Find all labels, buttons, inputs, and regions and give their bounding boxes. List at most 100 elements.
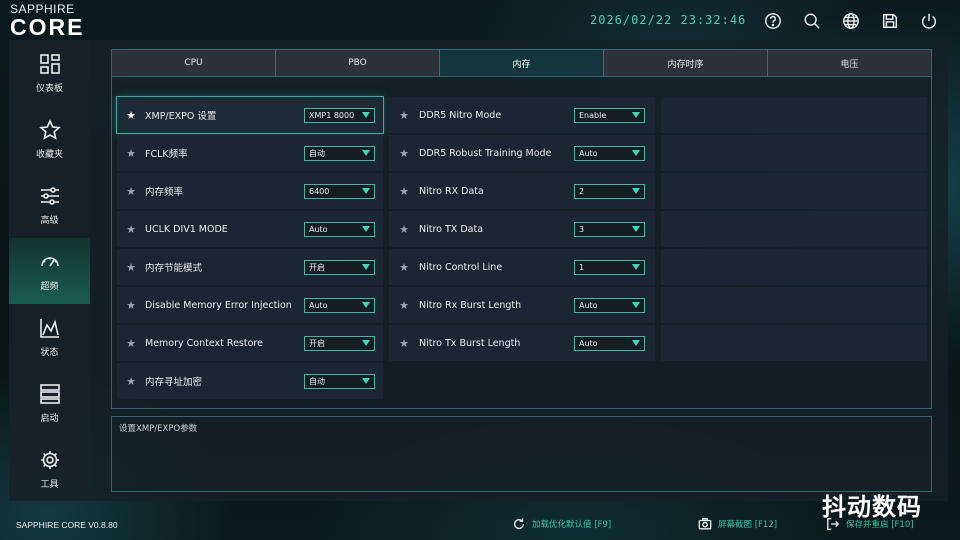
memory-frequency-select[interactable]: 6400 bbox=[304, 183, 375, 199]
setting-row-memory-frequency[interactable]: ★ 内存频率 6400 bbox=[117, 173, 383, 209]
logo: SAPPHIRE CORE bbox=[10, 2, 120, 40]
favorite-star-icon[interactable]: ★ bbox=[117, 375, 145, 388]
nitro-tx-burst-select[interactable]: Auto bbox=[574, 335, 645, 351]
caret-down-icon bbox=[632, 340, 640, 346]
caret-down-icon bbox=[362, 264, 370, 270]
setting-row-nitro-rx-burst[interactable]: ★ Nitro Rx Burst Length Auto bbox=[389, 287, 655, 323]
favorite-star-icon[interactable]: ★ bbox=[389, 337, 419, 350]
favorite-star-icon[interactable]: ★ bbox=[389, 109, 419, 122]
select-value: Auto bbox=[309, 224, 328, 234]
setting-row-nitro-control-line[interactable]: ★ Nitro Control Line 1 bbox=[389, 249, 655, 285]
globe-icon[interactable] bbox=[840, 10, 861, 31]
setting-row-ddr5-nitro-mode[interactable]: ★ DDR5 Nitro Mode Enable bbox=[389, 97, 655, 133]
context-restore-select[interactable]: 开启 bbox=[304, 335, 375, 351]
favorite-star-icon[interactable]: ★ bbox=[389, 299, 419, 312]
favorite-star-icon[interactable]: ★ bbox=[389, 185, 419, 198]
load-defaults-label: 加载优化默认值 [F9] bbox=[532, 520, 612, 530]
favorite-star-icon[interactable]: ★ bbox=[389, 223, 419, 236]
fclk-select[interactable]: 自动 bbox=[304, 145, 375, 161]
setting-row-xmp-expo[interactable]: ★ XMP/EXPO 设置 XMP1 8000 bbox=[116, 96, 384, 134]
nitro-rx-data-select[interactable]: 2 bbox=[574, 183, 645, 199]
setting-row-error-injection[interactable]: ★ Disable Memory Error Injection Auto bbox=[117, 287, 383, 323]
caret-down-icon bbox=[632, 264, 640, 270]
tab-cpu[interactable]: CPU bbox=[112, 50, 276, 76]
favorite-star-icon[interactable]: ★ bbox=[117, 261, 145, 274]
sliders-icon bbox=[40, 186, 59, 205]
screenshot-label: 屏幕截图 [F12] bbox=[718, 520, 778, 530]
tab-memory[interactable]: 内存 bbox=[440, 50, 604, 76]
favorite-star-icon[interactable]: ★ bbox=[117, 109, 145, 122]
power-saving-select[interactable]: 开启 bbox=[304, 259, 375, 275]
setting-row-robust-training[interactable]: ★ DDR5 Robust Training Mode Auto bbox=[389, 135, 655, 171]
caret-down-icon bbox=[632, 226, 640, 232]
ddr5-nitro-mode-select[interactable]: Enable bbox=[574, 107, 645, 123]
load-defaults-button[interactable]: 加载优化默认值 [F9] bbox=[512, 517, 611, 531]
setting-label: Memory Context Restore bbox=[145, 337, 263, 349]
brand-main-text: CORE bbox=[10, 14, 85, 40]
empty-row bbox=[661, 97, 927, 133]
refresh-icon bbox=[513, 518, 525, 530]
tab-pbo[interactable]: PBO bbox=[276, 50, 440, 76]
nitro-tx-data-select[interactable]: 3 bbox=[574, 221, 645, 237]
xmp-expo-select[interactable]: XMP1 8000 bbox=[304, 107, 375, 123]
setting-label: 内存寻址加密 bbox=[145, 377, 203, 388]
sidebar-item-advanced[interactable]: 高级 bbox=[9, 172, 90, 238]
empty-row bbox=[661, 135, 927, 171]
robust-training-select[interactable]: Auto bbox=[574, 145, 645, 161]
favorite-star-icon[interactable]: ★ bbox=[117, 185, 145, 198]
settings-column-3 bbox=[661, 97, 927, 402]
version-label: SAPPHIRE CORE V0.8.80 bbox=[16, 520, 118, 530]
favorite-star-icon[interactable]: ★ bbox=[389, 261, 419, 274]
setting-row-context-restore[interactable]: ★ Memory Context Restore 开启 bbox=[117, 325, 383, 361]
tab-voltage[interactable]: 电压 bbox=[768, 50, 931, 76]
setting-label: Nitro RX Data bbox=[419, 185, 484, 197]
setting-label: XMP/EXPO 设置 bbox=[145, 111, 217, 122]
setting-label: Nitro Control Line bbox=[419, 261, 503, 273]
setting-row-nitro-tx-data[interactable]: ★ Nitro TX Data 3 bbox=[389, 211, 655, 247]
sidebar-item-boot[interactable]: 启动 bbox=[9, 370, 90, 436]
favorite-star-icon[interactable]: ★ bbox=[117, 223, 145, 236]
screenshot-button[interactable]: 屏幕截图 [F12] bbox=[698, 517, 777, 531]
help-icon[interactable] bbox=[762, 10, 783, 31]
favorite-star-icon[interactable]: ★ bbox=[389, 147, 419, 160]
sidebar-item-status[interactable]: 状态 bbox=[9, 304, 90, 370]
setting-row-power-saving[interactable]: ★ 内存节能模式 开启 bbox=[117, 249, 383, 285]
save-icon[interactable] bbox=[879, 10, 900, 31]
setting-row-nitro-tx-burst[interactable]: ★ Nitro Tx Burst Length Auto bbox=[389, 325, 655, 361]
favorite-star-icon[interactable]: ★ bbox=[117, 299, 145, 312]
select-value: 开启 bbox=[309, 338, 325, 348]
setting-label: 内存频率 bbox=[145, 187, 184, 198]
search-icon[interactable] bbox=[801, 10, 822, 31]
error-injection-select[interactable]: Auto bbox=[304, 297, 375, 313]
tab-memory-timing[interactable]: 内存时序 bbox=[604, 50, 768, 76]
nitro-rx-burst-select[interactable]: Auto bbox=[574, 297, 645, 313]
uclk-div1-select[interactable]: Auto bbox=[304, 221, 375, 237]
sidebar-item-label: 高级 bbox=[40, 215, 59, 226]
select-value: 3 bbox=[579, 224, 585, 234]
select-value: Enable bbox=[579, 110, 607, 120]
dashboard-icon bbox=[39, 53, 60, 74]
setting-label: Nitro Rx Burst Length bbox=[419, 299, 522, 311]
empty-row bbox=[661, 173, 927, 209]
nitro-control-line-select[interactable]: 1 bbox=[574, 259, 645, 275]
favorite-star-icon[interactable]: ★ bbox=[117, 337, 145, 350]
favorite-star-icon[interactable]: ★ bbox=[117, 147, 145, 160]
setting-row-uclk-div1[interactable]: ★ UCLK DIV1 MODE Auto bbox=[117, 211, 383, 247]
sidebar-item-dashboard[interactable]: 仪表板 bbox=[9, 40, 90, 106]
setting-row-fclk[interactable]: ★ FCLK频率 自动 bbox=[117, 135, 383, 171]
datetime: 2026/02/22 23:32:46 bbox=[590, 13, 747, 27]
setting-row-address-encryption[interactable]: ★ 内存寻址加密 自动 bbox=[117, 363, 383, 399]
power-icon[interactable] bbox=[918, 10, 939, 31]
sidebar-item-favorites[interactable]: 收藏夹 bbox=[9, 106, 90, 172]
sidebar-item-overclock[interactable]: 超频 bbox=[9, 238, 90, 304]
star-icon bbox=[38, 118, 61, 140]
setting-row-nitro-rx-data[interactable]: ★ Nitro RX Data 2 bbox=[389, 173, 655, 209]
settings-column-2: ★ DDR5 Nitro Mode Enable ★ DDR5 Robust T… bbox=[389, 97, 655, 402]
sidebar-item-tools[interactable]: 工具 bbox=[9, 436, 90, 502]
camera-icon bbox=[698, 518, 712, 530]
address-encryption-select[interactable]: 自动 bbox=[304, 373, 375, 389]
select-value: 自动 bbox=[309, 148, 325, 158]
empty-row bbox=[661, 249, 927, 285]
setting-label: Nitro TX Data bbox=[419, 223, 484, 235]
setting-label: UCLK DIV1 MODE bbox=[145, 223, 228, 235]
